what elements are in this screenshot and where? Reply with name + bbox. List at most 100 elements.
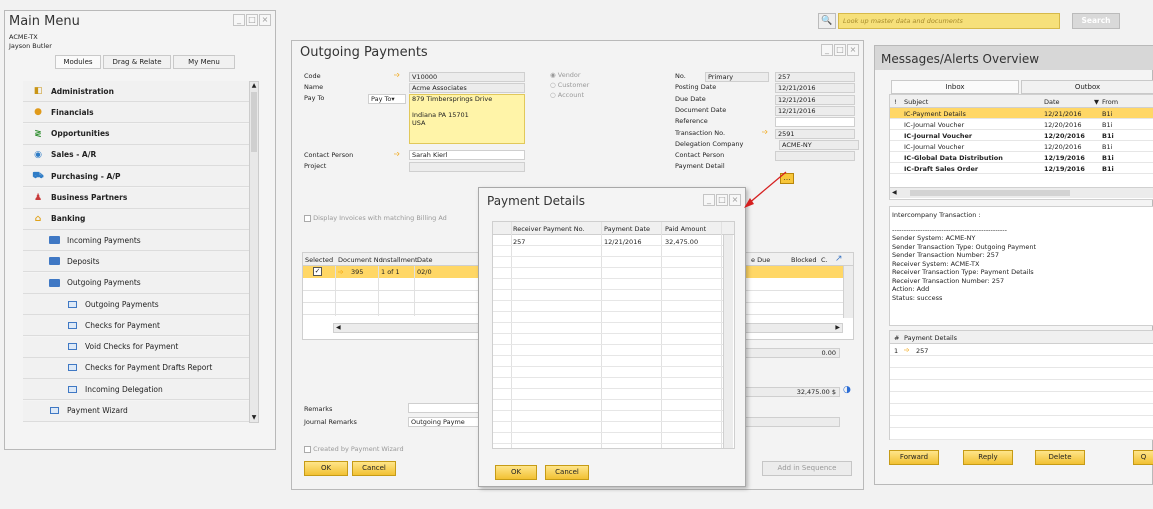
menu-item[interactable]: ⌂ Banking [23,208,249,230]
remarks-field[interactable] [408,403,482,413]
tab-modules[interactable]: Modules [55,55,101,69]
delete-button[interactable]: Delete [1035,450,1085,465]
message-row[interactable]: IC-Journal Voucher 12/20/2016 B1i [890,119,1153,130]
right-field-value[interactable]: 2591 [775,128,855,139]
table-row[interactable] [890,428,1153,440]
table-row[interactable] [493,334,723,345]
right-field-value[interactable]: ACME-NY [779,139,859,150]
radio-customer[interactable]: ○ Customer [550,81,589,89]
maximize-icon[interactable]: □ [246,14,258,26]
close-icon[interactable]: × [259,14,271,26]
scroll-left-icon[interactable]: ◀ [892,189,897,196]
journal-remarks-field[interactable]: Outgoing Payme [408,417,482,427]
search-button[interactable]: Search [1072,13,1120,29]
menu-item[interactable]: Deposits [23,251,249,273]
table-row[interactable] [890,380,1153,392]
cancel-button[interactable]: Cancel [352,461,396,476]
table-row[interactable] [890,344,1153,356]
radio-vendor[interactable]: ◉ Vendor [550,71,581,79]
minimize-icon[interactable]: _ [821,44,833,56]
maximize-icon[interactable]: □ [716,194,728,206]
vertical-scrollbar[interactable] [843,266,853,318]
link-arrow-icon[interactable]: ➩ [762,128,768,136]
table-row[interactable] [493,422,723,433]
right-field-value[interactable]: 12/21/2016 [775,105,855,116]
queue-button[interactable]: Q [1133,450,1153,465]
horizontal-scrollbar[interactable]: ◀ [890,187,1153,198]
expand-icon[interactable]: ↗ [835,254,843,264]
table-row[interactable] [493,279,723,290]
contact-person-field[interactable]: Sarah Kierl [409,150,525,160]
table-row[interactable] [493,378,723,389]
right-field-value[interactable] [775,117,855,128]
menu-item[interactable]: ♟ Business Partners [23,187,249,209]
maximize-icon[interactable]: □ [834,44,846,56]
table-row[interactable] [493,268,723,279]
menu-item[interactable]: Void Checks for Payment [23,336,249,358]
menu-item[interactable]: ● Financials [23,102,249,124]
vertical-scrollbar[interactable] [723,235,733,448]
scroll-down-icon[interactable]: ▼ [250,414,258,422]
minimize-icon[interactable]: _ [233,14,245,26]
message-row[interactable]: IC-Payment Details 12/21/2016 B1i [890,108,1153,119]
row-checkbox[interactable]: ✓ [313,267,322,276]
cancel-button[interactable]: Cancel [545,465,589,480]
scroll-up-icon[interactable]: ▲ [250,82,258,90]
tab-inbox[interactable]: Inbox [891,80,1019,94]
menu-item[interactable]: Incoming Payments [23,230,249,252]
reply-button[interactable]: Reply [963,450,1013,465]
table-row[interactable] [493,257,723,268]
table-row[interactable] [493,246,723,257]
tab-my-menu[interactable]: My Menu [173,55,235,69]
menu-item[interactable]: Outgoing Payments [23,272,249,294]
scroll-thumb[interactable] [910,190,1070,196]
search-input[interactable]: Look up master data and documents [838,13,1060,29]
project-field[interactable] [409,162,525,172]
minimize-icon[interactable]: _ [703,194,715,206]
menu-item[interactable]: Payment Wizard [23,400,249,422]
table-row[interactable] [493,411,723,422]
menu-item[interactable]: ◧ Administration [23,81,249,102]
message-row[interactable]: IC-Global Data Distribution 12/19/2016 B1i [890,152,1153,163]
table-row[interactable] [890,404,1153,416]
table-row[interactable] [890,416,1153,428]
created-by-wizard-checkbox[interactable]: Created by Payment Wizard [304,445,404,453]
message-row[interactable]: IC-Journal Voucher 12/20/2016 B1i [890,130,1153,141]
close-icon[interactable]: × [847,44,859,56]
table-row[interactable] [890,368,1153,380]
table-row[interactable] [493,433,723,444]
sort-icon[interactable]: ▼ [1094,98,1099,106]
add-in-sequence-button[interactable]: Add in Sequence [762,461,852,476]
menu-item[interactable]: Checks for Payment Drafts Report [23,357,249,379]
right-field-value[interactable] [775,151,855,162]
table-row[interactable] [493,345,723,356]
menu-item[interactable]: ⛟ Purchasing - A/P [23,166,249,188]
message-row[interactable]: IC-Draft Sales Order 12/19/2016 B1i [890,163,1153,174]
link-arrow-icon[interactable]: ➩ [394,150,400,158]
message-row[interactable]: IC-Journal Voucher 12/20/2016 B1i [890,141,1153,152]
series-select[interactable]: Primary [705,72,769,82]
display-invoices-checkbox[interactable]: Display Invoices with matching Billing A… [304,214,447,222]
menu-item[interactable]: Checks for Payment [23,315,249,337]
scroll-left-icon[interactable]: ◀ [336,324,341,331]
code-field[interactable]: V10000 [409,72,525,82]
search-scope-button[interactable]: 🔍 [818,13,836,29]
currency-icon[interactable]: ◑ [843,385,853,397]
tab-outbox[interactable]: Outbox [1021,80,1153,94]
scroll-thumb[interactable] [251,92,257,152]
forward-button[interactable]: Forward [889,450,939,465]
table-row[interactable] [493,323,723,334]
ok-button[interactable]: OK [304,461,348,476]
tab-drag-relate[interactable]: Drag & Relate [103,55,171,69]
menu-item[interactable]: ◉ Sales - A/R [23,144,249,166]
menu-item[interactable]: ≷ Opportunities [23,123,249,145]
menu-item[interactable]: Incoming Delegation [23,379,249,401]
link-arrow-icon[interactable]: ➩ [394,71,400,79]
radio-account[interactable]: ○ Account [550,91,584,99]
table-row[interactable] [493,312,723,323]
table-row[interactable] [493,301,723,312]
table-row[interactable] [493,290,723,301]
link-arrow-icon[interactable]: ➩ [338,268,343,276]
ok-button[interactable]: OK [495,465,537,480]
name-field[interactable]: Acme Associates [409,83,525,93]
